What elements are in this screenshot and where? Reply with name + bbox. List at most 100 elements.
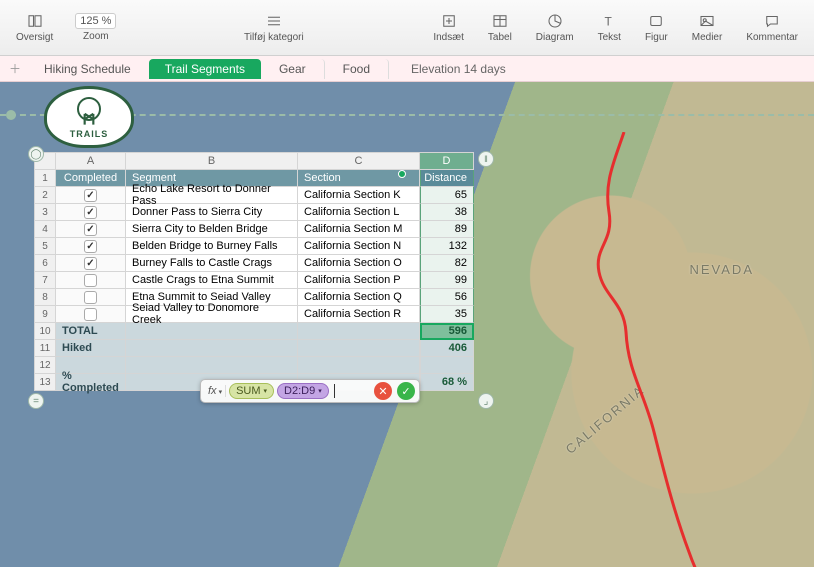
cell-segment[interactable]: Donner Pass to Sierra City: [126, 204, 298, 221]
chart-button[interactable]: Diagram: [526, 8, 584, 47]
cell-total-b[interactable]: [126, 323, 298, 340]
cell-completed[interactable]: [56, 187, 126, 204]
tab-elevation[interactable]: Elevation 14 days: [411, 62, 506, 76]
cell-completed[interactable]: [56, 238, 126, 255]
cell-distance[interactable]: 132: [420, 238, 474, 255]
cell-blank-b[interactable]: [126, 357, 298, 374]
tab-food[interactable]: Food: [327, 59, 389, 79]
cell-completed[interactable]: [56, 272, 126, 289]
cell-section[interactable]: California Section K: [298, 187, 420, 204]
checkbox-icon[interactable]: [84, 206, 97, 219]
row-header[interactable]: 4: [34, 221, 56, 238]
cell-completed[interactable]: [56, 306, 126, 323]
cell-total-label[interactable]: TOTAL: [56, 323, 126, 340]
fx-menu[interactable]: fx: [205, 385, 226, 397]
checkbox-icon[interactable]: [84, 291, 97, 304]
cell-distance[interactable]: 89: [420, 221, 474, 238]
cell-hiked-c[interactable]: [298, 340, 420, 357]
cell-section[interactable]: California Section P: [298, 272, 420, 289]
table-handle-resize[interactable]: [478, 393, 494, 409]
cell-distance[interactable]: 35: [420, 306, 474, 323]
cell-distance[interactable]: 65: [420, 187, 474, 204]
formula-editor[interactable]: fx SUM D2:D9 ✕ ✓: [200, 379, 420, 403]
checkbox-icon[interactable]: [84, 274, 97, 287]
formula-cancel-button[interactable]: ✕: [374, 382, 392, 400]
formula-confirm-button[interactable]: ✓: [397, 382, 415, 400]
cell-segment[interactable]: Belden Bridge to Burney Falls: [126, 238, 298, 255]
checkbox-icon[interactable]: [84, 189, 97, 202]
cell-segment[interactable]: Sierra City to Belden Bridge: [126, 221, 298, 238]
selection-handle-top[interactable]: [398, 170, 406, 178]
row-header[interactable]: 5: [34, 238, 56, 255]
cell-segment[interactable]: Burney Falls to Castle Crags: [126, 255, 298, 272]
table-handle-corner[interactable]: ◯: [28, 146, 44, 162]
shape-button[interactable]: Figur: [635, 8, 678, 47]
cell-hiked-value[interactable]: 406: [420, 340, 474, 357]
cell-segment[interactable]: Echo Lake Resort to Donner Pass: [126, 187, 298, 204]
row-header[interactable]: 3: [34, 204, 56, 221]
cell-pct-value[interactable]: 68 %: [420, 374, 474, 391]
row-header[interactable]: 6: [34, 255, 56, 272]
cell-distance[interactable]: 38: [420, 204, 474, 221]
zoom-control[interactable]: 125 % Zoom: [67, 9, 124, 46]
row-header-13[interactable]: 13: [34, 374, 56, 391]
formula-function-token[interactable]: SUM: [229, 383, 274, 399]
cell-blank-c[interactable]: [298, 357, 420, 374]
row-header[interactable]: 9: [34, 306, 56, 323]
cell-total-c[interactable]: [298, 323, 420, 340]
cell-completed[interactable]: [56, 289, 126, 306]
cell-section[interactable]: California Section O: [298, 255, 420, 272]
col-header-a[interactable]: A: [56, 152, 126, 170]
cell-completed[interactable]: [56, 221, 126, 238]
checkbox-icon[interactable]: [84, 308, 97, 321]
cell-section[interactable]: California Section Q: [298, 289, 420, 306]
row-header-1[interactable]: 1: [34, 170, 56, 187]
spreadsheet-table[interactable]: ◯ A B C D 1 Completed Segment Section Di…: [34, 152, 474, 391]
cell-blank-d[interactable]: [420, 357, 474, 374]
row-header-12[interactable]: 12: [34, 357, 56, 374]
checkbox-icon[interactable]: [84, 257, 97, 270]
comment-button[interactable]: Kommentar: [736, 8, 808, 47]
cell-pct-label[interactable]: % Completed: [56, 374, 126, 391]
cell-completed[interactable]: [56, 204, 126, 221]
cell-total-value[interactable]: 596: [420, 323, 474, 340]
table-handle-add-row[interactable]: [28, 393, 44, 409]
cell-segment[interactable]: Castle Crags to Etna Summit: [126, 272, 298, 289]
cell-segment[interactable]: Seiad Valley to Donomore Creek: [126, 306, 298, 323]
table-handle-add-col[interactable]: [478, 151, 494, 167]
view-button[interactable]: Oversigt: [6, 8, 63, 47]
tab-trail-segments[interactable]: Trail Segments: [149, 59, 261, 79]
cell-section[interactable]: California Section R: [298, 306, 420, 323]
header-distance[interactable]: Distance: [420, 170, 474, 187]
row-header-10[interactable]: 10: [34, 323, 56, 340]
text-button[interactable]: T Tekst: [588, 8, 631, 47]
zoom-value[interactable]: 125 %: [75, 13, 116, 29]
cell-distance[interactable]: 82: [420, 255, 474, 272]
tab-gear[interactable]: Gear: [263, 59, 325, 79]
cell-distance[interactable]: 56: [420, 289, 474, 306]
checkbox-icon[interactable]: [84, 223, 97, 236]
insert-button[interactable]: Indsæt: [423, 8, 474, 47]
row-header-11[interactable]: 11: [34, 340, 56, 357]
cell-distance[interactable]: 99: [420, 272, 474, 289]
formula-range-token[interactable]: D2:D9: [277, 383, 329, 399]
cell-hiked-label[interactable]: Hiked: [56, 340, 126, 357]
cell-section[interactable]: California Section M: [298, 221, 420, 238]
cell-section[interactable]: California Section L: [298, 204, 420, 221]
checkbox-icon[interactable]: [84, 240, 97, 253]
tab-hiking-schedule[interactable]: Hiking Schedule: [28, 59, 147, 79]
cell-completed[interactable]: [56, 255, 126, 272]
cell-section[interactable]: California Section N: [298, 238, 420, 255]
cell-hiked-b[interactable]: [126, 340, 298, 357]
row-header[interactable]: 8: [34, 289, 56, 306]
col-header-d[interactable]: D: [420, 152, 474, 170]
add-category-button[interactable]: Tilføj kategori: [234, 8, 314, 47]
row-header[interactable]: 7: [34, 272, 56, 289]
header-completed[interactable]: Completed: [56, 170, 126, 187]
document-canvas[interactable]: CALIFORNIA NEVADA TRAILS ◯ A B C D 1 Com…: [0, 82, 814, 567]
col-header-b[interactable]: B: [126, 152, 298, 170]
table-button[interactable]: Tabel: [478, 8, 522, 47]
row-header[interactable]: 2: [34, 187, 56, 204]
col-header-c[interactable]: C: [298, 152, 420, 170]
add-sheet-button[interactable]: ＋: [4, 59, 26, 79]
